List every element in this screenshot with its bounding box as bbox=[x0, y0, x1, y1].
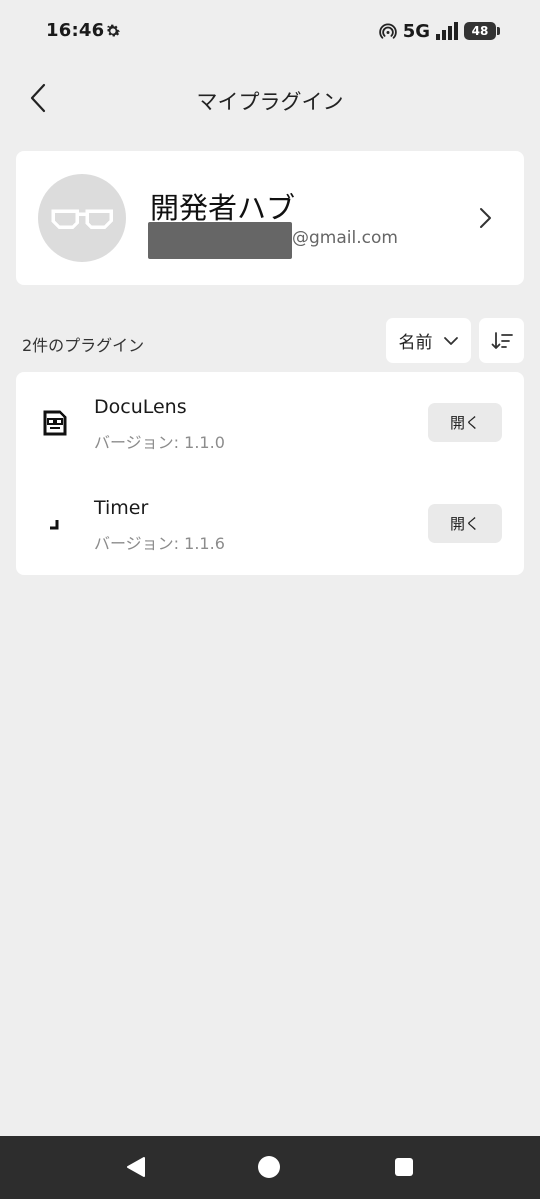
status-right-group: 5G 48 bbox=[378, 20, 500, 42]
doc-glasses-icon bbox=[43, 410, 67, 436]
app-header: マイプラグイン bbox=[0, 70, 540, 130]
page-title: マイプラグイン bbox=[196, 90, 344, 114]
network-type: 5G bbox=[402, 20, 430, 42]
plugin-name: DocuLens bbox=[94, 396, 187, 418]
nav-home-button[interactable] bbox=[254, 1152, 284, 1182]
open-button[interactable]: 開く bbox=[428, 504, 502, 543]
plugin-icon-wrapper bbox=[40, 509, 70, 539]
sort-dropdown[interactable]: 名前 bbox=[386, 318, 471, 363]
status-bar: 16:46 5G 48 bbox=[0, 0, 540, 62]
back-triangle-icon bbox=[127, 1157, 145, 1177]
open-button[interactable]: 開く bbox=[428, 403, 502, 442]
plugin-list: DocuLens バージョン: 1.1.0 開く Timer バージョン: 1.… bbox=[16, 372, 524, 575]
sort-order-icon bbox=[491, 331, 513, 349]
glasses-icon bbox=[51, 209, 113, 229]
hotspot-icon bbox=[378, 23, 397, 39]
profile-email: @gmail.com bbox=[292, 228, 398, 248]
battery-level: 48 bbox=[471, 24, 489, 38]
recents-square-icon bbox=[395, 1158, 413, 1176]
signal-icon bbox=[436, 22, 458, 40]
avatar bbox=[38, 174, 126, 262]
battery-icon: 48 bbox=[464, 22, 500, 40]
plugin-row-doculens[interactable]: DocuLens バージョン: 1.1.0 開く bbox=[16, 372, 524, 473]
plugin-version: バージョン: 1.1.0 bbox=[94, 433, 225, 452]
nav-recents-button[interactable] bbox=[389, 1152, 419, 1182]
sort-order-button[interactable] bbox=[479, 318, 524, 363]
redacted-email-block bbox=[148, 222, 292, 259]
plugin-name: Timer bbox=[94, 497, 149, 519]
corner-bracket-icon bbox=[50, 520, 59, 530]
profile-chevron[interactable] bbox=[470, 201, 500, 235]
plugin-version: バージョン: 1.1.6 bbox=[94, 534, 225, 553]
status-time: 16:46 bbox=[46, 20, 105, 41]
plugin-count-label: 2件のプラグイン bbox=[22, 336, 145, 355]
plugin-row-timer[interactable]: Timer バージョン: 1.1.6 開く bbox=[16, 473, 524, 574]
sort-label: 名前 bbox=[398, 333, 433, 353]
chevron-down-icon bbox=[443, 336, 458, 345]
nav-back-button[interactable] bbox=[121, 1152, 151, 1182]
settings-gear-icon bbox=[107, 24, 121, 37]
chevron-right-icon bbox=[480, 208, 491, 228]
plugin-icon-wrapper bbox=[40, 408, 70, 438]
home-circle-icon bbox=[258, 1156, 280, 1178]
system-nav-bar bbox=[0, 1136, 540, 1199]
profile-card[interactable]: 開発者ハブ @gmail.com bbox=[16, 151, 524, 285]
profile-name: 開発者ハブ bbox=[150, 191, 296, 225]
